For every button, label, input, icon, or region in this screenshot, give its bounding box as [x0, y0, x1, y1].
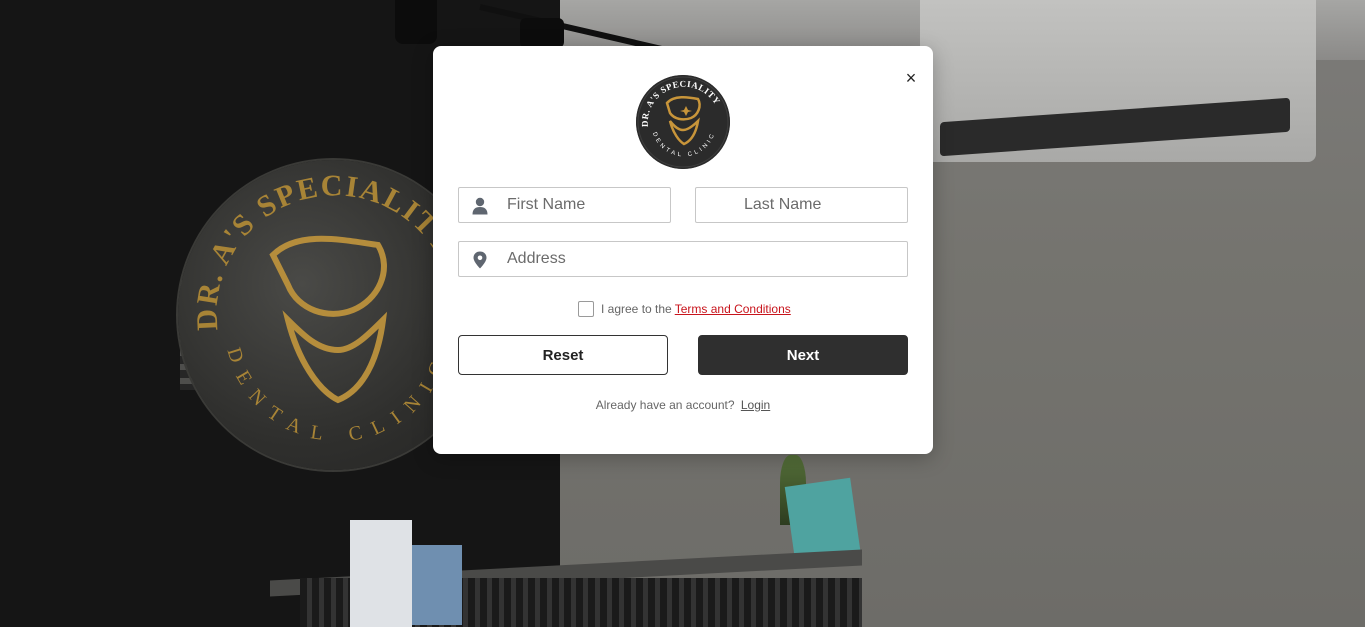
terms-checkbox[interactable]: [578, 301, 594, 317]
background-lamp: [520, 18, 564, 48]
login-prompt-text: Already have an account?: [595, 398, 735, 412]
person-icon: [472, 197, 488, 215]
svg-text:DENTAL CLINIC: DENTAL CLINIC: [222, 345, 452, 446]
terms-agreement: I agree to the Terms and Conditions: [578, 300, 791, 318]
background-ac-vent: [940, 97, 1290, 157]
last-name-input[interactable]: [696, 188, 907, 222]
login-prompt: Already have an account? Login: [433, 398, 933, 412]
registration-modal: × DR. A'S SPECIALITY DENTAL CLINIC First…: [433, 46, 933, 454]
agree-text: I agree to the: [601, 302, 672, 316]
svg-text:DR. A'S SPECIALITY: DR. A'S SPECIALITY: [190, 169, 461, 331]
background-sign-bottom-text: DENTAL CLINIC: [222, 345, 440, 446]
next-button[interactable]: Next: [698, 335, 908, 375]
background-qr-stand: [350, 520, 412, 627]
address-input[interactable]: [459, 242, 907, 276]
first-name-input[interactable]: [459, 188, 670, 222]
background-lamp: [395, 0, 437, 44]
background-sign-top-text: DR. A'S SPECIALITY: [190, 169, 459, 331]
location-pin-icon: [473, 251, 487, 269]
clinic-logo: DR. A'S SPECIALITY DENTAL CLINIC: [636, 75, 730, 169]
address-field: [458, 241, 908, 277]
login-link[interactable]: Login: [741, 398, 770, 412]
background-air-conditioner: [920, 0, 1316, 162]
first-name-field: [458, 187, 671, 223]
background-qr-stand: [412, 545, 462, 625]
last-name-field: [695, 187, 908, 223]
terms-link[interactable]: Terms and Conditions: [675, 302, 791, 316]
reset-button[interactable]: Reset: [458, 335, 668, 375]
close-icon[interactable]: ×: [901, 68, 921, 88]
